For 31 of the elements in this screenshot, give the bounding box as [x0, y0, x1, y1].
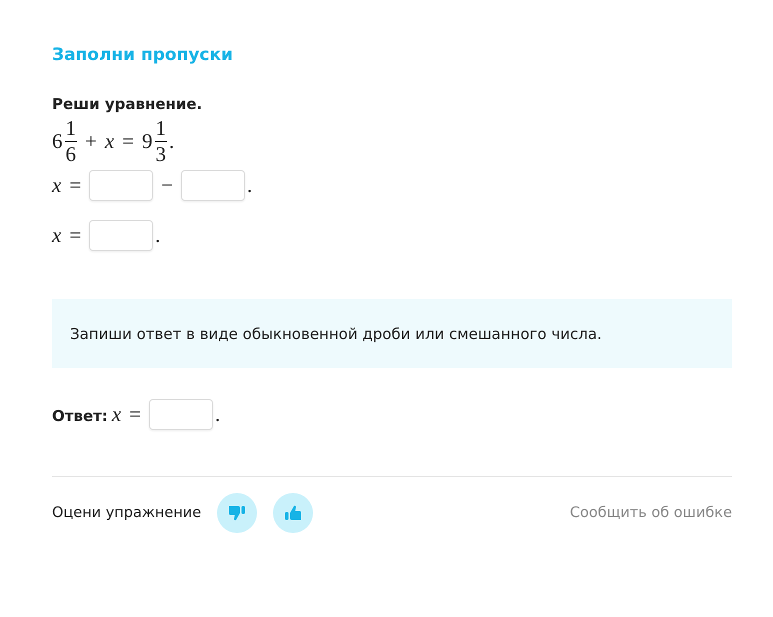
- period: .: [247, 173, 252, 198]
- report-error-link[interactable]: Сообщить об ошибке: [570, 505, 732, 521]
- like-button[interactable]: [273, 493, 314, 533]
- math-operator: =: [122, 129, 134, 154]
- answer-field[interactable]: [89, 220, 154, 251]
- math-operator: =: [129, 402, 141, 427]
- whole-number: 6: [52, 129, 62, 154]
- math-variable: x: [52, 173, 62, 198]
- math-variable: x: [112, 402, 122, 427]
- answer-field[interactable]: [181, 170, 246, 201]
- period: .: [169, 129, 174, 154]
- hint-text: Запиши ответ в виде обыкновенной дроби или смешанного числа.: [70, 324, 602, 342]
- math-operator: =: [69, 173, 82, 198]
- thumbs-down-icon: [227, 503, 248, 523]
- answer-label: Ответ:: [52, 407, 108, 425]
- whole-number: 9: [142, 129, 153, 154]
- period: .: [214, 402, 220, 427]
- math-variable: x: [104, 129, 114, 154]
- fraction: 1 3: [154, 118, 168, 165]
- task-text: Реши уравнение.: [52, 94, 202, 114]
- math-operator: −: [161, 173, 174, 198]
- dislike-button[interactable]: [217, 493, 258, 533]
- rate-label: Оцени упражнение: [52, 505, 202, 521]
- math-variable: x: [52, 223, 62, 248]
- thumbs-up-icon: [283, 503, 304, 523]
- math-operator: +: [85, 129, 97, 154]
- math-operator: =: [69, 223, 82, 248]
- period: .: [155, 223, 160, 248]
- answer-field[interactable]: [89, 170, 154, 201]
- answer-field[interactable]: [148, 399, 213, 430]
- section-heading: Заполни пропуски: [52, 44, 234, 67]
